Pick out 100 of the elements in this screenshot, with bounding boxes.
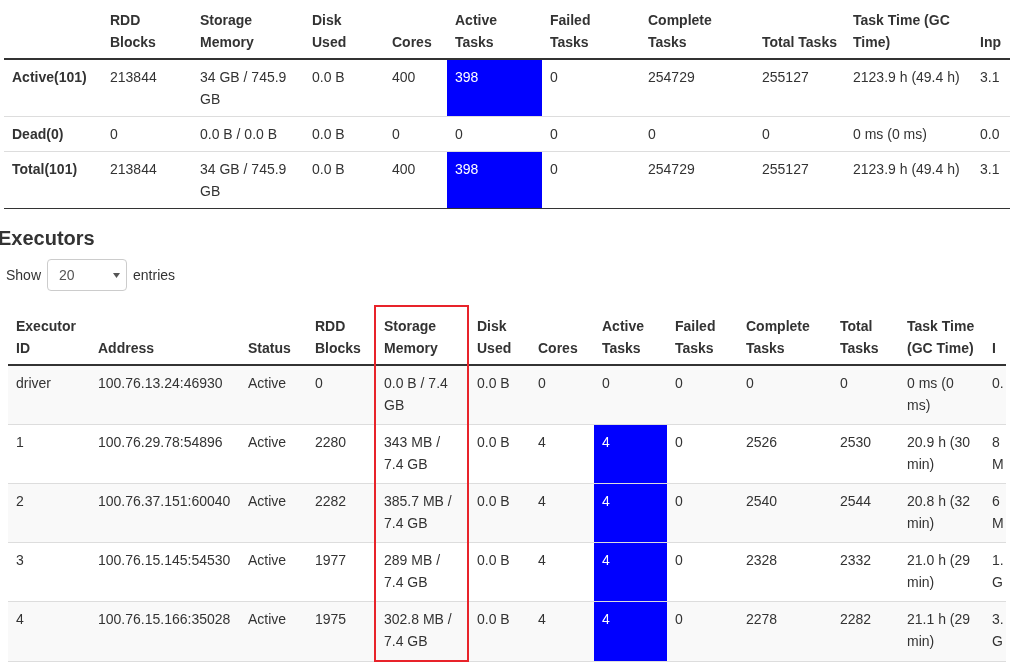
column-header[interactable]: Cores — [530, 306, 594, 365]
column-header: Cores — [384, 0, 447, 59]
table-cell: Active — [240, 483, 307, 543]
table-cell: 0.0 — [972, 116, 1010, 152]
table-cell: 0 — [738, 365, 832, 425]
table-cell: 302.8 MB / 7.4 GB — [375, 601, 468, 661]
table-cell: 0 — [384, 116, 447, 152]
table-cell: 0 — [667, 365, 738, 425]
table-cell: 4 — [594, 483, 667, 543]
table-cell: 398 — [447, 151, 542, 209]
table-cell: 0 — [667, 601, 738, 661]
table-cell: 0 — [102, 116, 192, 152]
table-cell: 0 — [530, 365, 594, 425]
table-cell: 0 ms (0 ms) — [899, 365, 984, 425]
table-cell: 0. — [984, 365, 1006, 425]
column-header[interactable]: Status — [240, 306, 307, 365]
table-cell: 4 — [530, 424, 594, 484]
table-cell: Active — [240, 365, 307, 425]
table-cell: driver — [8, 365, 90, 425]
column-header[interactable]: Executor ID — [8, 306, 90, 365]
table-cell: 4 — [594, 601, 667, 661]
table-cell: Active — [240, 601, 307, 661]
table-cell: 4 — [594, 542, 667, 602]
table-cell: 254729 — [640, 59, 754, 117]
table-cell: 2123.9 h (49.4 h) — [845, 59, 972, 117]
column-header: Inp — [972, 0, 1010, 59]
column-header[interactable]: Total Tasks — [832, 306, 899, 365]
table-cell: 0.0 B — [468, 483, 530, 543]
table-cell: 1. G — [984, 542, 1006, 602]
table-cell: 0.0 B — [468, 542, 530, 602]
column-header: Active Tasks — [447, 0, 542, 59]
caret-icon — [113, 272, 121, 278]
column-header: Failed Tasks — [542, 0, 640, 59]
table-cell: 1977 — [307, 542, 375, 602]
column-header: Disk Used — [304, 0, 384, 59]
table-cell: Active — [240, 542, 307, 602]
table-cell: 0.0 B — [468, 365, 530, 425]
table-cell: 2282 — [307, 483, 375, 543]
table-cell: Active — [240, 424, 307, 484]
table-cell: 3 — [8, 542, 90, 602]
row-label: Active(101) — [4, 59, 102, 117]
table-cell: 100.76.29.78:54896 — [90, 424, 240, 484]
table-cell: 3. G — [984, 601, 1006, 661]
table-cell: 2530 — [832, 424, 899, 484]
table-cell: 2526 — [738, 424, 832, 484]
table-cell: 2123.9 h (49.4 h) — [845, 151, 972, 209]
row-label: Total(101) — [4, 151, 102, 209]
table-cell: 2280 — [307, 424, 375, 484]
column-header[interactable]: Active Tasks — [594, 306, 667, 365]
column-header: Complete Tasks — [640, 0, 754, 59]
table-cell: 0.0 B / 0.0 B — [192, 116, 304, 152]
table-cell: 0 — [754, 116, 845, 152]
column-header[interactable]: RDD Blocks — [307, 306, 375, 365]
table-cell: 0.0 B — [468, 424, 530, 484]
table-cell: 21.1 h (29 min) — [899, 601, 984, 661]
table-cell: 21.0 h (29 min) — [899, 542, 984, 602]
table-cell: 400 — [384, 59, 447, 117]
column-header[interactable]: Disk Used — [468, 306, 530, 365]
column-header: Storage Memory — [192, 0, 304, 59]
table-cell: 34 GB / 745.9 GB — [192, 59, 304, 117]
table-cell: 4 — [530, 483, 594, 543]
table-cell: 0 — [594, 365, 667, 425]
table-cell: 0 — [542, 151, 640, 209]
table-cell: 3.1 — [972, 59, 1010, 117]
table-cell: 213844 — [102, 151, 192, 209]
table-cell: 100.76.13.24:46930 — [90, 365, 240, 425]
table-cell: 0.0 B — [304, 151, 384, 209]
table-cell: 254729 — [640, 151, 754, 209]
column-header: RDD Blocks — [102, 0, 192, 59]
table-cell: 0 ms (0 ms) — [845, 116, 972, 152]
table-cell: 4 — [530, 542, 594, 602]
table-cell: 1975 — [307, 601, 375, 661]
table-cell: 0 — [667, 424, 738, 484]
column-header[interactable]: I — [984, 306, 1006, 365]
row-label: Dead(0) — [4, 116, 102, 152]
table-cell: 8 M — [984, 424, 1006, 484]
table-cell: 20.9 h (30 min) — [899, 424, 984, 484]
table-cell: 400 — [384, 151, 447, 209]
table-cell: 0 — [832, 365, 899, 425]
table-cell: 398 — [447, 59, 542, 117]
column-header: Total Tasks — [754, 0, 845, 59]
table-cell: 213844 — [102, 59, 192, 117]
table-cell: 2540 — [738, 483, 832, 543]
table-cell: 3.1 — [972, 151, 1010, 209]
table-cell: 2282 — [832, 601, 899, 661]
column-header[interactable]: Complete Tasks — [738, 306, 832, 365]
table-cell: 6 M — [984, 483, 1006, 543]
table-cell: 385.7 MB / 7.4 GB — [375, 483, 468, 543]
entries-label: entries — [133, 266, 176, 285]
table-cell: 0 — [542, 59, 640, 117]
page-size-select[interactable]: 20 — [47, 259, 128, 291]
table-cell: 20.8 h (32 min) — [899, 483, 984, 543]
table-cell: 34 GB / 745.9 GB — [192, 151, 304, 209]
column-header[interactable]: Address — [90, 306, 240, 365]
table-cell: 100.76.37.151:60040 — [90, 483, 240, 543]
column-header[interactable]: Task Time (GC Time) — [899, 306, 984, 365]
column-header[interactable]: Failed Tasks — [667, 306, 738, 365]
table-cell: 0 — [542, 116, 640, 152]
table-cell: 0.0 B — [468, 601, 530, 661]
table-cell: 4 — [594, 424, 667, 484]
